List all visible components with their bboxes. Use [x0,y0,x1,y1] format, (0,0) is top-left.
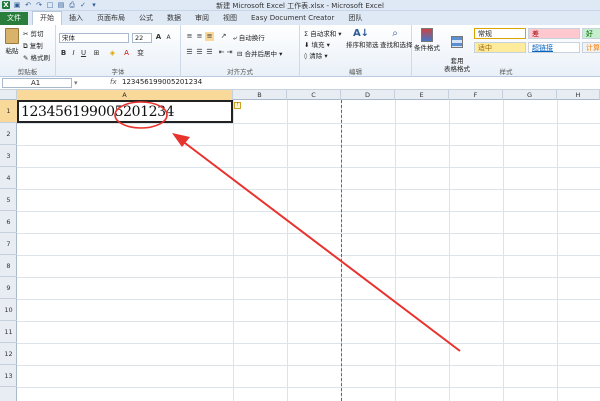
annotation-arrow-line [180,139,461,352]
annotation-overlay [114,101,461,352]
annotation-circle [114,101,168,129]
